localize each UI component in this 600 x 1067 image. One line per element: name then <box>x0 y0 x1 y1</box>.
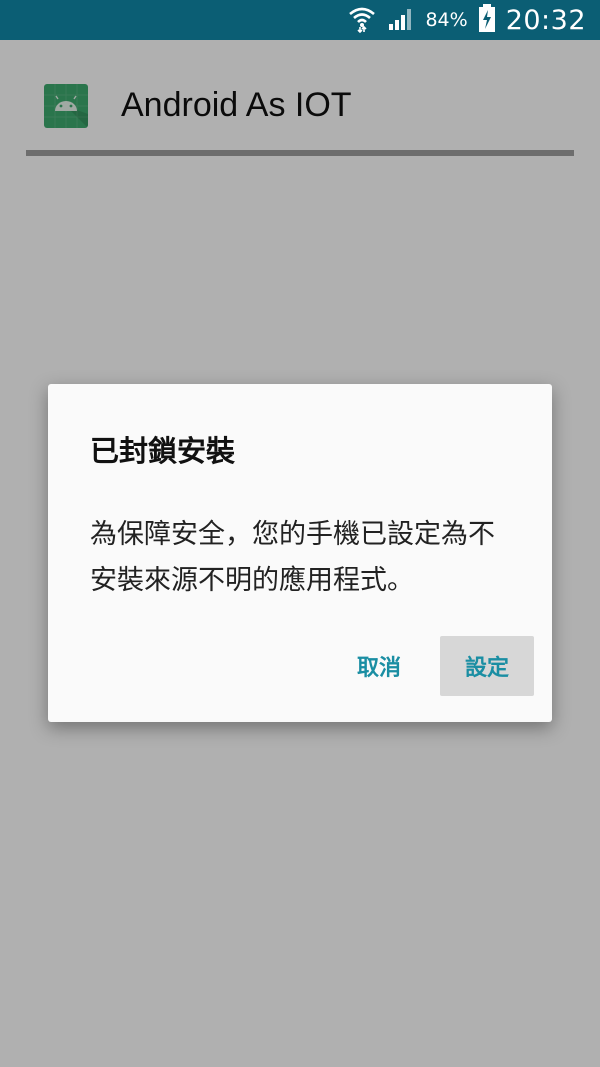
clock: 20:32 <box>505 4 586 36</box>
battery-charging-icon <box>478 3 496 37</box>
dialog-message: 為保障安全，您的手機已設定為不安裝來源不明的應用程式。 <box>90 519 495 596</box>
wifi-icon <box>347 3 377 37</box>
blocked-install-dialog: 已封鎖安裝 為保障安全，您的手機已設定為不安裝來源不明的應用程式。 取消 設定 <box>48 384 552 722</box>
cancel-button[interactable]: 取消 <box>338 636 420 696</box>
signal-icon <box>387 5 415 35</box>
status-bar: 84% 20:32 <box>0 0 600 40</box>
settings-button[interactable]: 設定 <box>440 636 534 696</box>
battery-percent: 84% <box>425 9 468 31</box>
dialog-title: 已封鎖安裝 <box>90 434 236 468</box>
